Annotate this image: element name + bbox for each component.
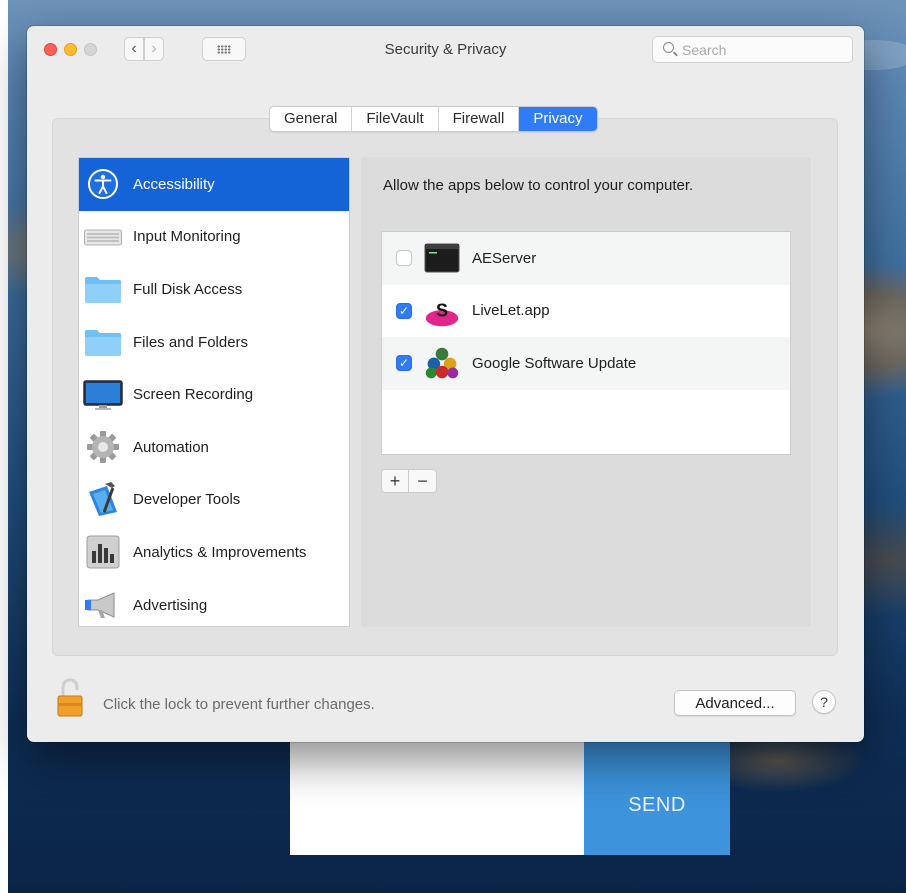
list-item[interactable]: ✓ Google Software Update — [382, 337, 790, 390]
sidebar-item-label: Automation — [133, 438, 209, 456]
sidebar-item-full-disk-access[interactable]: Full Disk Access — [79, 263, 349, 316]
app-name: AEServer — [472, 249, 537, 267]
display-icon — [83, 378, 123, 412]
terminal-icon — [424, 240, 460, 276]
xcode-hammer-icon — [83, 481, 123, 517]
help-button[interactable]: ? — [812, 690, 836, 714]
sidebar-item-label: Developer Tools — [133, 491, 241, 509]
folder-icon — [83, 272, 123, 306]
send-button[interactable]: SEND — [584, 740, 730, 855]
sidebar-item-screen-recording[interactable]: Screen Recording — [79, 368, 349, 421]
search-field[interactable] — [652, 36, 853, 63]
tab-bar: General FileVault Firewall Privacy — [269, 106, 598, 132]
sidebar-item-label: Advertising — [133, 596, 208, 614]
tab-general[interactable]: General — [270, 107, 353, 131]
sidebar-item-analytics[interactable]: Analytics & Improvements — [79, 526, 349, 579]
gear-icon — [83, 430, 123, 464]
tab-firewall[interactable]: Firewall — [439, 107, 520, 131]
sidebar-item-input-monitoring[interactable]: Input Monitoring — [79, 211, 349, 264]
keyboard-icon — [83, 220, 123, 254]
lock-status-text: Click the lock to prevent further change… — [103, 696, 375, 713]
svg-text:S: S — [436, 300, 448, 320]
sidebar-item-label: Full Disk Access — [133, 280, 243, 298]
advanced-button[interactable]: Advanced... — [674, 690, 796, 716]
folder-icon — [83, 325, 123, 359]
add-app-button[interactable]: + — [382, 470, 409, 492]
sidebar-item-label: Screen Recording — [133, 386, 254, 404]
sidebar-item-label: Input Monitoring — [133, 228, 241, 246]
tab-filevault[interactable]: FileVault — [352, 107, 439, 131]
sidebar-item-label: Files and Folders — [133, 333, 249, 351]
title-bar: ‹ › Security & Privacy — [27, 26, 864, 74]
privacy-category-list: Accessibility Input Monitoring Full Disk… — [78, 157, 350, 627]
app-checkbox[interactable]: ✓ — [396, 355, 412, 372]
sidebar-item-label: Analytics & Improvements — [133, 543, 307, 561]
sidebar-item-developer-tools[interactable]: Developer Tools — [79, 474, 349, 527]
app-checkbox[interactable]: ✓ — [396, 302, 412, 319]
tab-privacy[interactable]: Privacy — [519, 107, 597, 131]
checkmark-icon: ✓ — [398, 356, 410, 371]
sidebar-item-label: Accessibility — [133, 175, 215, 193]
sidebar-item-advertising[interactable]: Advertising — [79, 579, 349, 626]
megaphone-icon — [83, 588, 123, 622]
list-item[interactable]: AEServer — [382, 232, 790, 285]
app-name: LiveLet.app — [472, 302, 550, 320]
bar-chart-icon — [83, 535, 123, 569]
sidebar-item-automation[interactable]: Automation — [79, 421, 349, 474]
lock-icon[interactable] — [57, 678, 83, 718]
google-update-icon — [424, 345, 460, 381]
search-input[interactable] — [682, 40, 842, 59]
add-remove-control: + − — [381, 469, 437, 493]
pane-description: Allow the apps below to control your com… — [383, 177, 694, 194]
remove-app-button[interactable]: − — [409, 470, 436, 492]
search-icon — [663, 42, 674, 53]
sidebar-item-files-and-folders[interactable]: Files and Folders — [79, 316, 349, 369]
message-input-area[interactable] — [290, 740, 584, 855]
accessibility-icon — [83, 167, 123, 201]
privacy-detail-pane: Allow the apps below to control your com… — [361, 157, 811, 627]
sidebar-item-accessibility[interactable]: Accessibility — [79, 158, 349, 211]
app-name: Google Software Update — [472, 354, 637, 372]
checkmark-icon: ✓ — [398, 303, 410, 318]
list-item[interactable]: ✓ S LiveLet.app — [382, 285, 790, 338]
app-checkbox[interactable] — [396, 250, 412, 267]
app-list: AEServer ✓ S LiveLet.app ✓ Google Softwa… — [381, 231, 791, 455]
security-privacy-window: ‹ › Security & Privacy General FileVault… — [27, 26, 864, 742]
livelet-icon: S — [424, 293, 460, 329]
